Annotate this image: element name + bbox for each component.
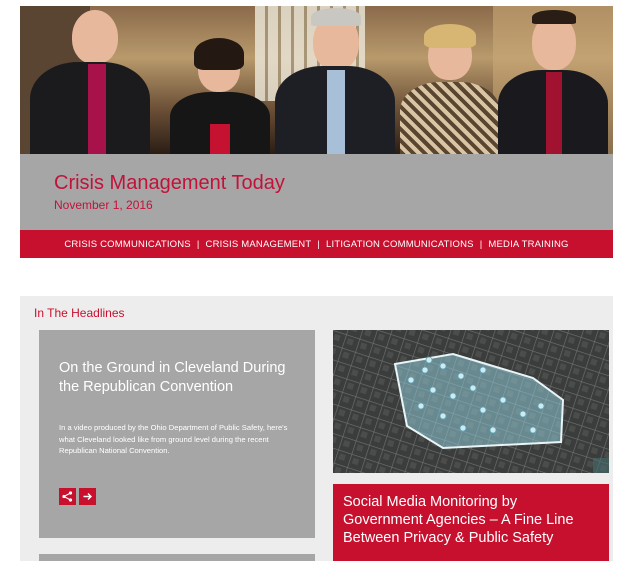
newsletter-header: Crisis Management Today November 1, 2016 bbox=[20, 154, 613, 230]
person-4 bbox=[400, 6, 500, 154]
article-title[interactable]: On the Ground in Cleveland During the Re… bbox=[59, 359, 289, 397]
nav-item-litigation-communications[interactable]: LITIGATION COMMUNICATIONS bbox=[326, 239, 474, 250]
nav-item-media-training[interactable]: MEDIA TRAINING bbox=[488, 239, 568, 250]
share-button[interactable] bbox=[59, 488, 76, 505]
nav-item-crisis-management[interactable]: CRISIS MANAGEMENT bbox=[206, 239, 312, 250]
article-actions bbox=[59, 488, 96, 505]
category-nav: CRISIS COMMUNICATIONS | CRISIS MANAGEMEN… bbox=[20, 230, 613, 258]
person-1 bbox=[30, 6, 150, 154]
person-5 bbox=[498, 6, 608, 154]
person-3 bbox=[275, 6, 395, 154]
article-title[interactable]: Social Media Monitoring by Government Ag… bbox=[343, 493, 593, 547]
map-image[interactable] bbox=[333, 330, 609, 473]
nav-separator: | bbox=[479, 238, 483, 250]
nav-separator: | bbox=[196, 238, 200, 250]
article-description: In a video produced by the Ohio Departme… bbox=[59, 423, 288, 455]
arrow-right-icon bbox=[83, 493, 92, 500]
nav-item-crisis-communications[interactable]: CRISIS COMMUNICATIONS bbox=[64, 239, 190, 250]
headlines-section: In The Headlines On the Ground in Clevel… bbox=[20, 296, 613, 561]
issue-date: November 1, 2016 bbox=[54, 198, 153, 212]
section-heading: In The Headlines bbox=[34, 306, 125, 320]
article-card-cleveland[interactable]: On the Ground in Cleveland During the Re… bbox=[39, 330, 315, 538]
hero-image bbox=[20, 6, 613, 154]
page-title: Crisis Management Today bbox=[54, 172, 285, 194]
nav-separator: | bbox=[317, 238, 321, 250]
read-more-button[interactable] bbox=[79, 488, 96, 505]
share-icon bbox=[62, 491, 73, 502]
person-2 bbox=[170, 6, 270, 154]
map-graphic bbox=[333, 330, 609, 473]
article-card-social-media[interactable]: Social Media Monitoring by Government Ag… bbox=[333, 484, 609, 561]
article-card-next[interactable] bbox=[39, 554, 315, 561]
